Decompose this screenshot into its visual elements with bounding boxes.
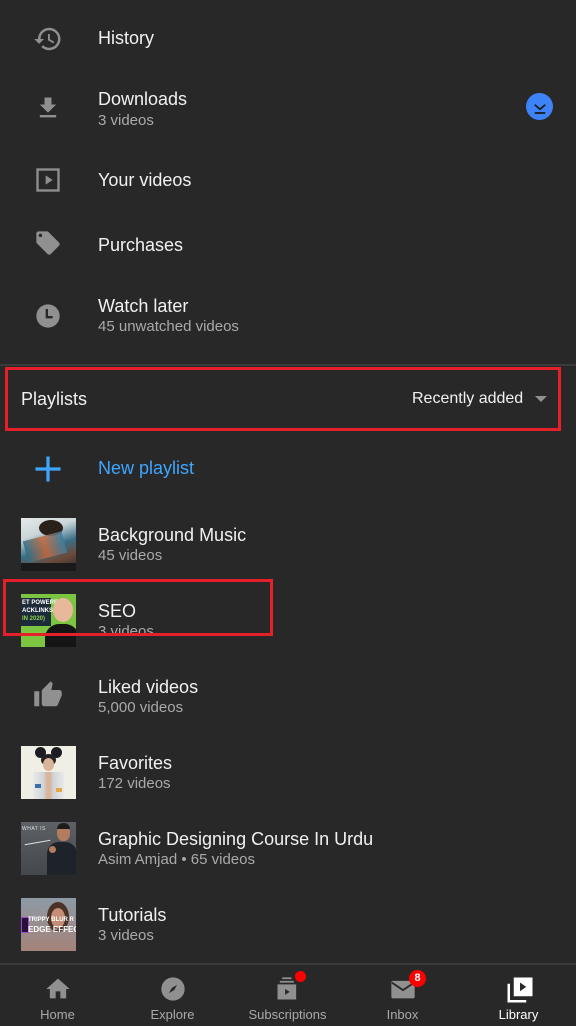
watch-later-label: Watch later bbox=[98, 296, 189, 316]
tutorials-thumbnail: TRIPPY BLUR R EDGE EFFEC bbox=[21, 898, 76, 951]
graphic-design-thumbnail: WHAT IS bbox=[21, 822, 76, 875]
new-playlist-button[interactable]: New playlist bbox=[0, 445, 576, 493]
bottom-navigation: Home Explore Subscriptions 8 Inbox Libra… bbox=[0, 963, 576, 1026]
seo-playlist-highlight bbox=[3, 579, 273, 636]
your-videos-icon bbox=[32, 164, 64, 196]
tag-icon bbox=[32, 227, 64, 259]
tutorials-thumbnail-text: TRIPPY BLUR R EDGE EFFEC bbox=[28, 917, 76, 934]
nav-explore[interactable]: Explore bbox=[115, 965, 230, 1026]
playlist-count: 5,000 videos bbox=[98, 699, 184, 716]
history-label: History bbox=[98, 28, 155, 48]
playlist-author-count: Asim Amjad • 65 videos bbox=[98, 851, 255, 868]
nav-library[interactable]: Library bbox=[461, 965, 576, 1026]
plus-icon bbox=[32, 453, 64, 485]
home-icon bbox=[44, 975, 72, 1003]
playlist-count: 3 videos bbox=[98, 927, 154, 944]
nav-home[interactable]: Home bbox=[0, 965, 115, 1026]
history-icon bbox=[32, 23, 64, 55]
download-complete-icon bbox=[526, 93, 553, 120]
playlist-title: Liked videos bbox=[98, 677, 199, 697]
nav-subscriptions[interactable]: Subscriptions bbox=[230, 965, 345, 1026]
playlist-item[interactable]: Liked videos 5,000 videos bbox=[0, 667, 576, 727]
playlist-item[interactable]: Favorites 172 videos bbox=[0, 743, 576, 803]
compass-icon bbox=[159, 975, 187, 1003]
nav-explore-label: Explore bbox=[150, 1007, 195, 1022]
thumbs-up-icon bbox=[32, 679, 64, 711]
library-item-your-videos[interactable]: Your videos bbox=[0, 155, 576, 205]
nav-inbox-label: Inbox bbox=[386, 1007, 419, 1022]
nav-inbox[interactable]: 8 Inbox bbox=[345, 965, 460, 1026]
playlist-item[interactable]: TRIPPY BLUR R EDGE EFFEC Tutorials 3 vid… bbox=[0, 895, 576, 955]
library-item-downloads[interactable]: Downloads 3 videos bbox=[0, 78, 576, 138]
new-playlist-label: New playlist bbox=[98, 458, 195, 478]
playlists-header-highlight bbox=[5, 367, 561, 431]
library-item-purchases[interactable]: Purchases bbox=[0, 220, 576, 270]
download-icon bbox=[32, 92, 64, 124]
clock-icon bbox=[32, 300, 64, 332]
playlist-item[interactable]: WHAT IS Graphic Designing Course In Urdu… bbox=[0, 819, 576, 879]
subscriptions-notification-dot bbox=[295, 971, 306, 982]
playlist-title: Tutorials bbox=[98, 905, 167, 925]
graphic-design-thumbnail-text: WHAT IS bbox=[22, 826, 46, 832]
section-divider bbox=[0, 364, 576, 366]
playlist-item[interactable]: Background Music 45 videos bbox=[0, 515, 576, 575]
playlist-title: Graphic Designing Course In Urdu bbox=[98, 829, 374, 849]
library-icon bbox=[505, 975, 533, 1003]
watch-later-count: 45 unwatched videos bbox=[98, 318, 239, 335]
background-music-thumbnail bbox=[21, 518, 76, 571]
playlist-title: Background Music bbox=[98, 525, 247, 545]
library-item-watch-later[interactable]: Watch later 45 unwatched videos bbox=[0, 286, 576, 346]
purchases-label: Purchases bbox=[98, 235, 184, 255]
playlist-count: 172 videos bbox=[98, 775, 171, 792]
favorites-thumbnail bbox=[21, 746, 76, 799]
downloads-label: Downloads bbox=[98, 89, 188, 109]
your-videos-label: Your videos bbox=[98, 170, 192, 190]
nav-home-label: Home bbox=[40, 1007, 75, 1022]
downloads-count: 3 videos bbox=[98, 112, 154, 129]
library-item-history[interactable]: History bbox=[0, 14, 576, 64]
playlist-title: Favorites bbox=[98, 753, 173, 773]
playlist-count: 45 videos bbox=[98, 547, 163, 564]
nav-library-label: Library bbox=[498, 1007, 539, 1022]
inbox-badge: 8 bbox=[409, 970, 426, 987]
nav-subscriptions-label: Subscriptions bbox=[248, 1007, 327, 1022]
